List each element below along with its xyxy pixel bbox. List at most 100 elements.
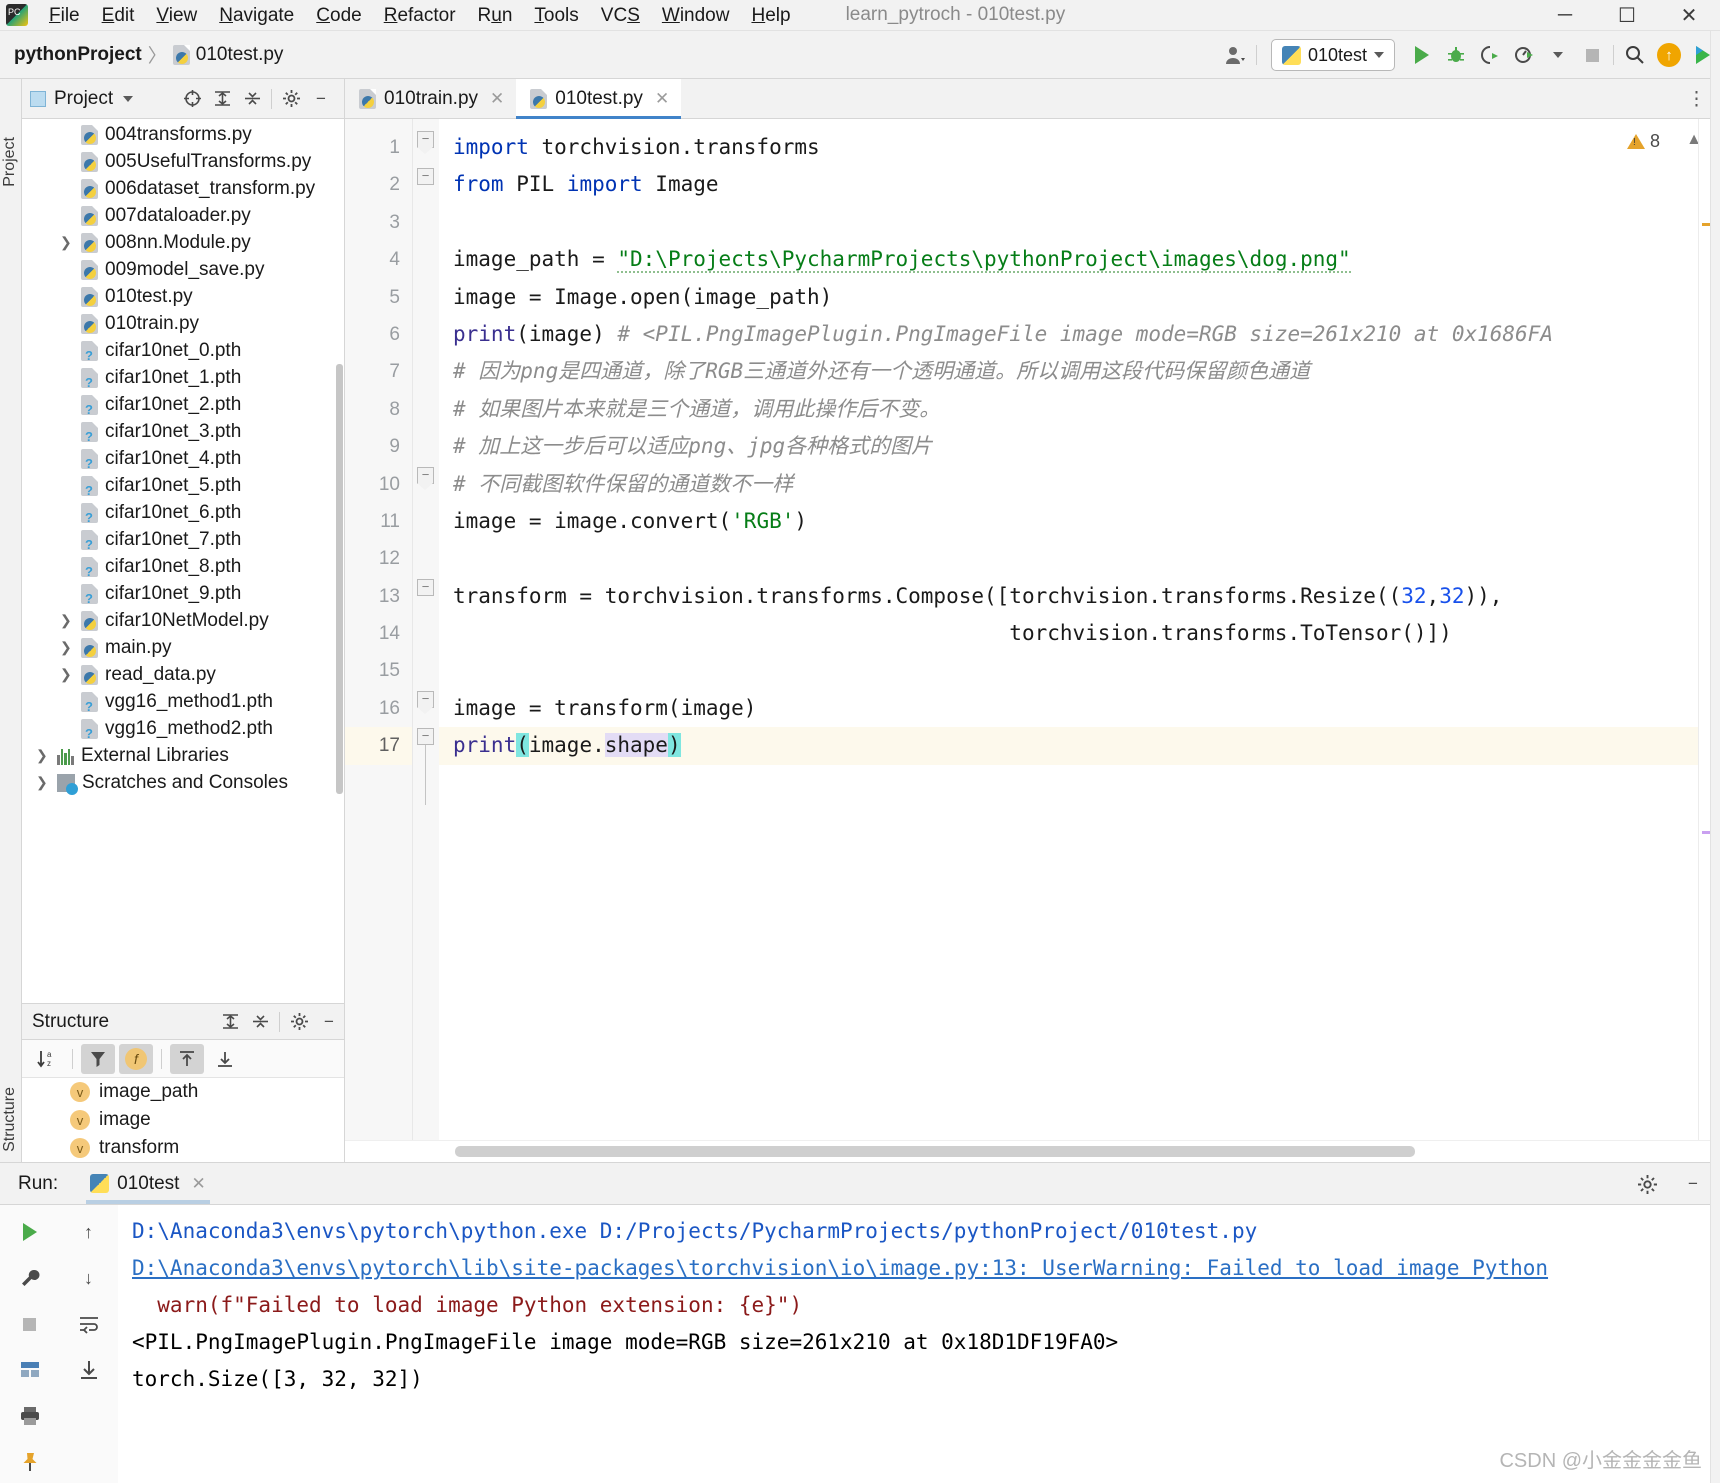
tree-item[interactable]: ❯ read_data.py: [22, 661, 344, 688]
fold-marker[interactable]: −: [417, 579, 434, 596]
fold-marker[interactable]: −: [417, 168, 434, 185]
update-project-icon[interactable]: ↑: [1652, 38, 1686, 72]
collapse-all-icon[interactable]: [208, 1044, 242, 1074]
tree-item[interactable]: ❯ Scratches and Consoles: [22, 769, 344, 796]
search-icon[interactable]: [1618, 38, 1652, 72]
gear-icon[interactable]: [284, 1007, 314, 1037]
tree-item[interactable]: ❯ cifar10NetModel.py: [22, 607, 344, 634]
stop-button[interactable]: [1575, 38, 1609, 72]
menu-navigate[interactable]: Navigate: [208, 0, 305, 31]
structure-item[interactable]: v image_path: [22, 1078, 344, 1106]
chevron-right-icon[interactable]: ❯: [60, 666, 74, 683]
tool-window-tab-project[interactable]: Project: [1, 137, 21, 187]
hide-panel-icon[interactable]: −: [306, 84, 336, 114]
run-tab-010test[interactable]: 010test ✕: [82, 1163, 214, 1205]
breadcrumb-project[interactable]: pythonProject: [14, 44, 142, 66]
editor-tab-options-icon[interactable]: ⋮: [1687, 79, 1706, 119]
gear-icon[interactable]: [1632, 1169, 1662, 1199]
menu-edit[interactable]: Edit: [91, 0, 146, 31]
pin-icon[interactable]: [13, 1447, 47, 1477]
profile-icon[interactable]: [1507, 38, 1541, 72]
fold-marker[interactable]: −: [416, 131, 434, 155]
chevron-down-icon[interactable]: [1541, 38, 1575, 72]
tree-item[interactable]: ❯cifar10net_1.pth: [22, 364, 344, 391]
chevron-right-icon[interactable]: ❯: [36, 747, 50, 764]
tree-item[interactable]: ❯vgg16_method1.pth: [22, 688, 344, 715]
line-number[interactable]: 7: [345, 353, 412, 390]
soft-wrap-icon[interactable]: [72, 1309, 106, 1339]
structure-item[interactable]: v transform: [22, 1134, 344, 1162]
run-configuration-selector[interactable]: 010test: [1270, 39, 1395, 71]
chevron-right-icon[interactable]: ❯: [60, 639, 74, 656]
line-number[interactable]: 14: [345, 615, 412, 652]
select-opened-file-icon[interactable]: [177, 84, 207, 114]
tree-item[interactable]: ❯cifar10net_4.pth: [22, 445, 344, 472]
run-button[interactable]: [1405, 38, 1439, 72]
gear-icon[interactable]: [276, 84, 306, 114]
code-line[interactable]: from PIL import Image: [439, 166, 1720, 203]
structure-item-list[interactable]: v image_path v image v transform: [22, 1078, 344, 1162]
scroll-to-end-icon[interactable]: [72, 1355, 106, 1385]
line-number[interactable]: 10: [345, 466, 412, 503]
fold-marker[interactable]: −: [417, 728, 434, 745]
tree-item[interactable]: ❯005UsefulTransforms.py: [22, 148, 344, 175]
tool-window-tab-structure[interactable]: Structure: [1, 1087, 21, 1152]
tree-scrollbar[interactable]: [336, 364, 343, 794]
line-number[interactable]: 2: [345, 166, 412, 203]
expand-all-icon[interactable]: [207, 84, 237, 114]
fold-marker[interactable]: −: [416, 691, 434, 715]
code-line[interactable]: [439, 540, 1720, 577]
line-number[interactable]: 5: [345, 279, 412, 316]
tree-item[interactable]: ❯ External Libraries: [22, 742, 344, 769]
run-with-coverage-icon[interactable]: [1473, 38, 1507, 72]
tree-item[interactable]: ❯vgg16_method2.pth: [22, 715, 344, 742]
collapse-all-icon[interactable]: [237, 84, 267, 114]
chevron-right-icon[interactable]: ❯: [60, 612, 74, 629]
line-number[interactable]: 12: [345, 540, 412, 577]
tree-item[interactable]: ❯cifar10net_0.pth: [22, 337, 344, 364]
menu-tools[interactable]: Tools: [523, 0, 589, 31]
code-line[interactable]: # 如果图片本来就是三个通道，调用此操作后不变。: [439, 391, 1720, 428]
editor-tab-010test[interactable]: 010test.py ✕: [516, 79, 682, 119]
tree-item[interactable]: ❯010test.py: [22, 283, 344, 310]
tree-item[interactable]: ❯ 008nn.Module.py: [22, 229, 344, 256]
console-link-line[interactable]: D:\Anaconda3\envs\pytorch\lib\site-packa…: [132, 1250, 1720, 1287]
print-icon[interactable]: [13, 1401, 47, 1431]
menu-code[interactable]: Code: [305, 0, 372, 31]
code-line[interactable]: [439, 204, 1720, 241]
code-line[interactable]: # 不同截图软件保留的通道数不一样: [439, 466, 1720, 503]
close-button[interactable]: ✕: [1658, 0, 1720, 31]
close-icon[interactable]: ✕: [655, 89, 669, 109]
code-line[interactable]: image = image.convert('RGB'): [439, 503, 1720, 540]
minimize-button[interactable]: ─: [1534, 0, 1596, 31]
stop-button[interactable]: [13, 1309, 47, 1339]
scroll-up-icon[interactable]: ↑: [72, 1217, 106, 1247]
code-folding-gutter[interactable]: − − − − − −: [413, 119, 439, 1140]
line-number[interactable]: 9: [345, 428, 412, 465]
editor-tab-010train[interactable]: 010train.py ✕: [345, 79, 516, 118]
code-line[interactable]: print(image) # <PIL.PngImagePlugin.PngIm…: [439, 316, 1720, 353]
line-number[interactable]: 6: [345, 316, 412, 353]
editor-horizontal-scrollbar[interactable]: [455, 1146, 1415, 1157]
menu-file[interactable]: File: [38, 0, 91, 31]
expand-all-icon[interactable]: [170, 1043, 204, 1074]
menu-run[interactable]: Run: [467, 0, 524, 31]
menu-view[interactable]: View: [145, 0, 208, 31]
tree-item[interactable]: ❯009model_save.py: [22, 256, 344, 283]
code-line[interactable]: image = Image.open(image_path): [439, 279, 1720, 316]
breadcrumb-file[interactable]: 010test.py: [196, 44, 284, 66]
code-line[interactable]: transform = torchvision.transforms.Compo…: [439, 578, 1720, 615]
line-number[interactable]: 15: [345, 652, 412, 689]
code-line[interactable]: # 加上这一步后可以适应png、jpg各种格式的图片: [439, 428, 1720, 465]
line-number[interactable]: 16: [345, 690, 412, 727]
tree-item[interactable]: ❯007dataloader.py: [22, 202, 344, 229]
line-number[interactable]: 3: [345, 204, 412, 241]
tree-item[interactable]: ❯cifar10net_6.pth: [22, 499, 344, 526]
tree-item[interactable]: ❯cifar10net_7.pth: [22, 526, 344, 553]
console-output[interactable]: D:\Anaconda3\envs\pytorch\python.exe D:/…: [118, 1205, 1720, 1483]
code-line[interactable]: import torchvision.transforms: [439, 129, 1720, 166]
close-icon[interactable]: ✕: [490, 89, 504, 109]
menu-vcs[interactable]: VCS: [590, 0, 651, 31]
line-number[interactable]: 4: [345, 241, 412, 278]
code-line[interactable]: [439, 652, 1720, 689]
